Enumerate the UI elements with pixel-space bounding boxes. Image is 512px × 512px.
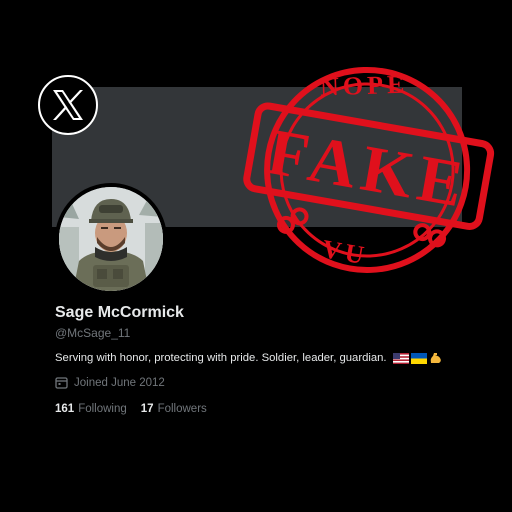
followers-stat[interactable]: 17 Followers <box>141 403 207 415</box>
calendar-icon <box>55 377 68 389</box>
user-handle: @McSage_11 <box>55 326 131 340</box>
follow-stats: 161 Following 17 Followers <box>55 403 207 415</box>
following-label: Following <box>78 403 127 415</box>
stamp-top-text: NOPE <box>320 70 409 102</box>
x-logo-icon <box>38 75 98 135</box>
bio-text: Serving with honor, protecting with prid… <box>55 352 387 364</box>
following-count: 161 <box>55 403 75 415</box>
followers-label: Followers <box>157 403 207 415</box>
following-stat[interactable]: 161 Following <box>55 403 127 415</box>
flexed-biceps-icon <box>430 353 441 363</box>
joined-date: Joined June 2012 <box>55 376 165 389</box>
ukraine-flag-icon <box>410 352 427 364</box>
joined-text: Joined June 2012 <box>74 376 165 389</box>
bio-emoji-group <box>392 351 443 365</box>
profile-bio: Serving with honor, protecting with prid… <box>55 351 443 365</box>
display-name: Sage McCormick <box>55 304 184 321</box>
us-flag-icon <box>392 352 409 364</box>
fake-stamp: NOPE VU FAKE <box>243 66 495 273</box>
avatar[interactable] <box>55 183 167 295</box>
profile-page: Sage McCormick @McSage_11 Serving with h… <box>0 0 512 512</box>
binoculars-icon <box>413 223 447 248</box>
followers-count: 17 <box>140 403 154 415</box>
